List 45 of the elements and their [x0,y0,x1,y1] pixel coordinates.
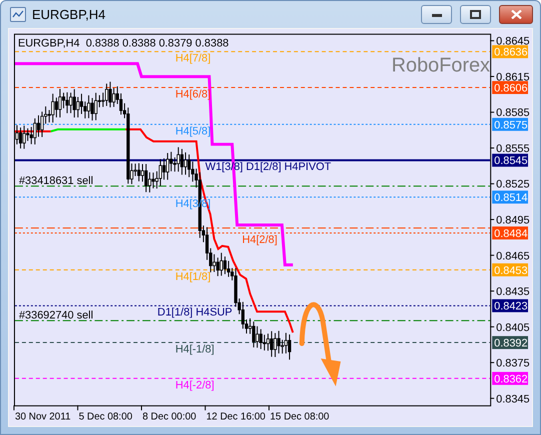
price-tick-label: 0.8375 [496,358,530,370]
minimize-icon [432,12,442,16]
price-tag-text: 0.8362 [494,373,528,386]
price-tag-text: 0.8606 [494,82,528,95]
maximize-button[interactable] [460,5,491,24]
level-label: H4[1/8] [175,270,211,283]
price-tag-text: 0.8423 [494,300,528,313]
level-label: H4[2/8] [242,234,278,246]
price-tick-label: 0.8495 [496,214,530,227]
restore-icon [470,10,481,19]
chart-icon [10,7,26,22]
price-tick-label: 0.8645 [496,36,530,48]
price-tag-text: 0.8392 [494,338,528,350]
price-tag-text: 0.8545 [494,155,528,168]
close-icon [510,10,522,19]
price-tag-text: 0.8484 [494,228,528,240]
price-tick-label: 0.8435 [496,286,530,298]
price-tick-label: 0.8615 [496,71,530,84]
time-tick-label: 30 Nov 2011 [14,411,71,422]
order-label: #33692740 sell [18,310,94,322]
order-label: #33418631 sell [18,175,94,188]
time-tick-label: 15 Dec 08:00 [270,411,330,422]
price-tick-label: 0.8465 [496,250,530,262]
level-label: H4[7/8] [175,52,211,65]
logo-text: RoboForex [392,54,490,77]
price-tag-text: 0.8453 [494,264,528,277]
level-label: D1[1/8] H4SUP [157,306,232,319]
close-button[interactable] [499,5,533,24]
price-tick-label: 0.8345 [496,393,530,406]
time-tick-label: 8 Dec 00:00 [142,411,196,422]
price-tick-label: 0.8405 [496,322,530,334]
price-tick-label: 0.8555 [496,143,530,155]
level-label: H4[5/8] [175,125,211,138]
time-tick-label: 5 Dec 08:00 [78,411,132,422]
price-tag-text: 0.8514 [494,192,528,204]
minimize-button[interactable] [421,5,452,24]
price-tick-label: 0.8585 [496,107,530,120]
level-label: H4[-1/8] [175,344,214,356]
window-title: EURGBP,H4 [32,7,106,22]
price-tag-text: 0.8575 [494,119,528,132]
time-tick-label: 12 Dec 16:00 [206,411,266,422]
price-tick-label: 0.8525 [496,178,530,191]
price-tag-text: 0.8636 [494,46,528,59]
chart-header: EURGBP,H4 0.8388 0.8388 0.8379 0.8388 [18,38,229,50]
level-label: H4[-2/8] [175,379,214,392]
